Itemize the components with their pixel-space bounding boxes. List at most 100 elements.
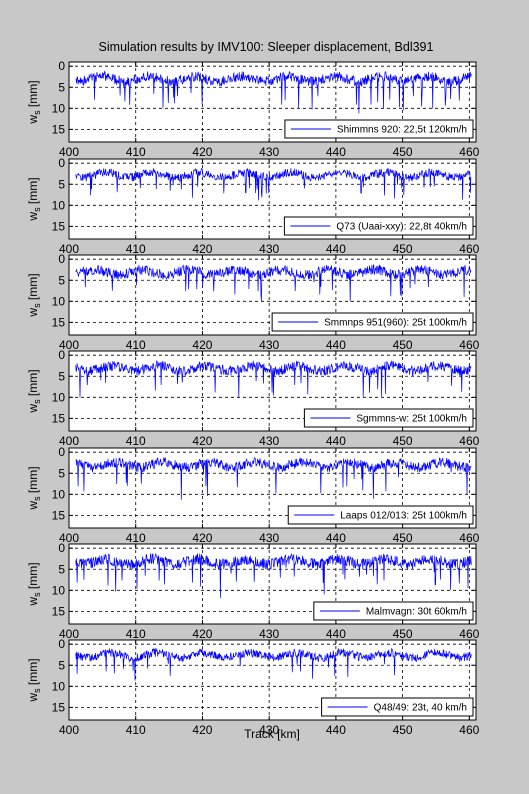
x-tick-label: 410 bbox=[126, 145, 146, 159]
y-tick-label: 0 bbox=[58, 59, 65, 73]
y-tick-label: 0 bbox=[58, 637, 65, 651]
subplot-6: 400 410 420 430 440 450 460051015ws [mm]Malmva… bbox=[26, 541, 480, 641]
y-tick-label: 15 bbox=[52, 219, 66, 233]
x-tick-label: 460 bbox=[459, 531, 479, 545]
x-tick-label: 450 bbox=[393, 338, 413, 352]
x-axis-label: Track [km] bbox=[244, 727, 300, 741]
x-tick-label: 420 bbox=[192, 434, 212, 448]
x-tick-label: 460 bbox=[459, 434, 479, 448]
x-tick-label: 430 bbox=[259, 531, 279, 545]
x-tick-label: 460 bbox=[459, 242, 479, 256]
y-tick-label: 15 bbox=[52, 700, 66, 714]
x-tick-label: 460 bbox=[459, 723, 479, 737]
y-tick-label: 10 bbox=[52, 198, 66, 212]
x-tick-label: 410 bbox=[126, 531, 146, 545]
y-tick-label: 10 bbox=[52, 679, 66, 693]
y-axis-label: ws [mm] bbox=[26, 562, 42, 606]
legend: Q73 (Uaai-xxy): 22,8t 40km/h bbox=[283, 216, 474, 236]
y-axis-label: ws [mm] bbox=[26, 177, 42, 221]
x-tick-label: 430 bbox=[259, 627, 279, 641]
y-axis-label: ws [mm] bbox=[26, 658, 42, 702]
subplot-4: 400 410 420 430 440 450 460051015ws [mm]Sgmmns… bbox=[26, 348, 480, 448]
legend-label: Sgmmns-w: 25t 100km/h bbox=[356, 414, 467, 425]
y-tick-label: 5 bbox=[58, 466, 65, 480]
subplot-5: 400 410 420 430 440 450 460051015ws [mm]Laaps … bbox=[26, 445, 480, 545]
x-tick-label: 450 bbox=[393, 434, 413, 448]
legend-label: Laaps 012/013: 25t 100km/h bbox=[340, 511, 467, 522]
x-tick-label: 460 bbox=[459, 145, 479, 159]
x-tick-label: 440 bbox=[326, 723, 346, 737]
legend-label: Q48/49: 23t, 40 km/h bbox=[374, 703, 467, 714]
x-tick-label: 450 bbox=[393, 531, 413, 545]
y-tick-label: 15 bbox=[52, 508, 66, 522]
x-tick-label: 440 bbox=[326, 627, 346, 641]
x-tick-label: 420 bbox=[192, 627, 212, 641]
y-tick-label: 0 bbox=[58, 156, 65, 170]
y-tick-label: 10 bbox=[52, 583, 66, 597]
x-tick-label: 400 bbox=[59, 723, 79, 737]
y-tick-label: 15 bbox=[52, 315, 66, 329]
legend: Q48/49: 23t, 40 km/h bbox=[321, 697, 474, 717]
x-tick-label: 430 bbox=[259, 145, 279, 159]
y-tick-label: 15 bbox=[52, 604, 66, 618]
x-tick-label: 420 bbox=[192, 338, 212, 352]
legend: Smmnps 951(960): 25t 100km/h bbox=[271, 312, 474, 332]
subplot-7: 400 410 420 430 440 450 460051015ws [mm]Q48/49… bbox=[26, 637, 480, 737]
x-tick-label: 440 bbox=[326, 242, 346, 256]
x-tick-label: 420 bbox=[192, 242, 212, 256]
x-tick-label: 440 bbox=[326, 434, 346, 448]
y-tick-label: 0 bbox=[58, 252, 65, 266]
x-tick-label: 440 bbox=[326, 338, 346, 352]
x-tick-label: 450 bbox=[393, 627, 413, 641]
x-tick-label: 450 bbox=[393, 242, 413, 256]
x-tick-label: 440 bbox=[326, 145, 346, 159]
x-tick-label: 410 bbox=[126, 242, 146, 256]
x-tick-label: 410 bbox=[126, 723, 146, 737]
x-tick-label: 410 bbox=[126, 627, 146, 641]
legend-label: Q73 (Uaai-xxy): 22,8t 40km/h bbox=[336, 222, 467, 233]
y-tick-label: 5 bbox=[58, 562, 65, 576]
subplot-3: 400 410 420 430 440 450 460051015ws [mm]Smmnps… bbox=[26, 252, 480, 352]
x-tick-label: 450 bbox=[393, 723, 413, 737]
y-tick-label: 0 bbox=[58, 541, 65, 555]
figure: Simulation results by IMV100: Sleeper di… bbox=[26, 40, 480, 741]
y-tick-label: 0 bbox=[58, 348, 65, 362]
legend-label: Shimmns 920: 22,5t 120km/h bbox=[337, 125, 467, 136]
y-tick-label: 10 bbox=[52, 294, 66, 308]
x-tick-label: 450 bbox=[393, 145, 413, 159]
y-tick-label: 10 bbox=[52, 101, 66, 115]
legend-label: Smmnps 951(960): 25t 100km/h bbox=[324, 318, 467, 329]
y-tick-label: 5 bbox=[58, 177, 65, 191]
x-tick-label: 460 bbox=[459, 338, 479, 352]
y-tick-label: 15 bbox=[52, 411, 66, 425]
x-tick-label: 410 bbox=[126, 434, 146, 448]
y-tick-label: 10 bbox=[52, 390, 66, 404]
figure-title: Simulation results by IMV100: Sleeper di… bbox=[99, 40, 434, 54]
subplots: 400 410 420 430 440 450 460 0 5 10 15 ws [mm] Shimmn… bbox=[26, 59, 480, 737]
legend: Shimmns 920: 22,5t 120km/h bbox=[284, 119, 474, 139]
x-tick-label: 420 bbox=[192, 531, 212, 545]
y-tick-label: 5 bbox=[58, 273, 65, 287]
y-tick-label: 5 bbox=[58, 658, 65, 672]
legend: Sgmmns-w: 25t 100km/h bbox=[303, 408, 474, 428]
y-tick-label: 5 bbox=[58, 80, 65, 94]
y-axis-label: ws [mm] bbox=[26, 273, 42, 317]
x-tick-label: 440 bbox=[326, 531, 346, 545]
x-tick-label: 430 bbox=[259, 434, 279, 448]
subplot-2: 400 410 420 430 440 450 460051015ws [mm]Q73 (U… bbox=[26, 156, 480, 256]
legend: Malmvagn: 30t 60km/h bbox=[313, 601, 474, 621]
y-tick-label: 0 bbox=[58, 445, 65, 459]
subplot-1: 400 410 420 430 440 450 460051015ws [mm]Shimmn… bbox=[26, 59, 480, 159]
y-tick-label: 10 bbox=[52, 487, 66, 501]
x-tick-label: 410 bbox=[126, 338, 146, 352]
x-tick-label: 460 bbox=[459, 627, 479, 641]
x-tick-label: 430 bbox=[259, 338, 279, 352]
legend-label: Malmvagn: 30t 60km/h bbox=[366, 607, 467, 618]
y-axis-label: ws [mm] bbox=[26, 369, 42, 413]
y-tick-label: 5 bbox=[58, 369, 65, 383]
y-axis-label: ws [mm] bbox=[26, 80, 42, 124]
legend: Laaps 012/013: 25t 100km/h bbox=[287, 505, 474, 525]
x-tick-label: 420 bbox=[192, 145, 212, 159]
y-axis-label: ws [mm] bbox=[26, 466, 42, 510]
y-tick-label: 15 bbox=[52, 122, 66, 136]
